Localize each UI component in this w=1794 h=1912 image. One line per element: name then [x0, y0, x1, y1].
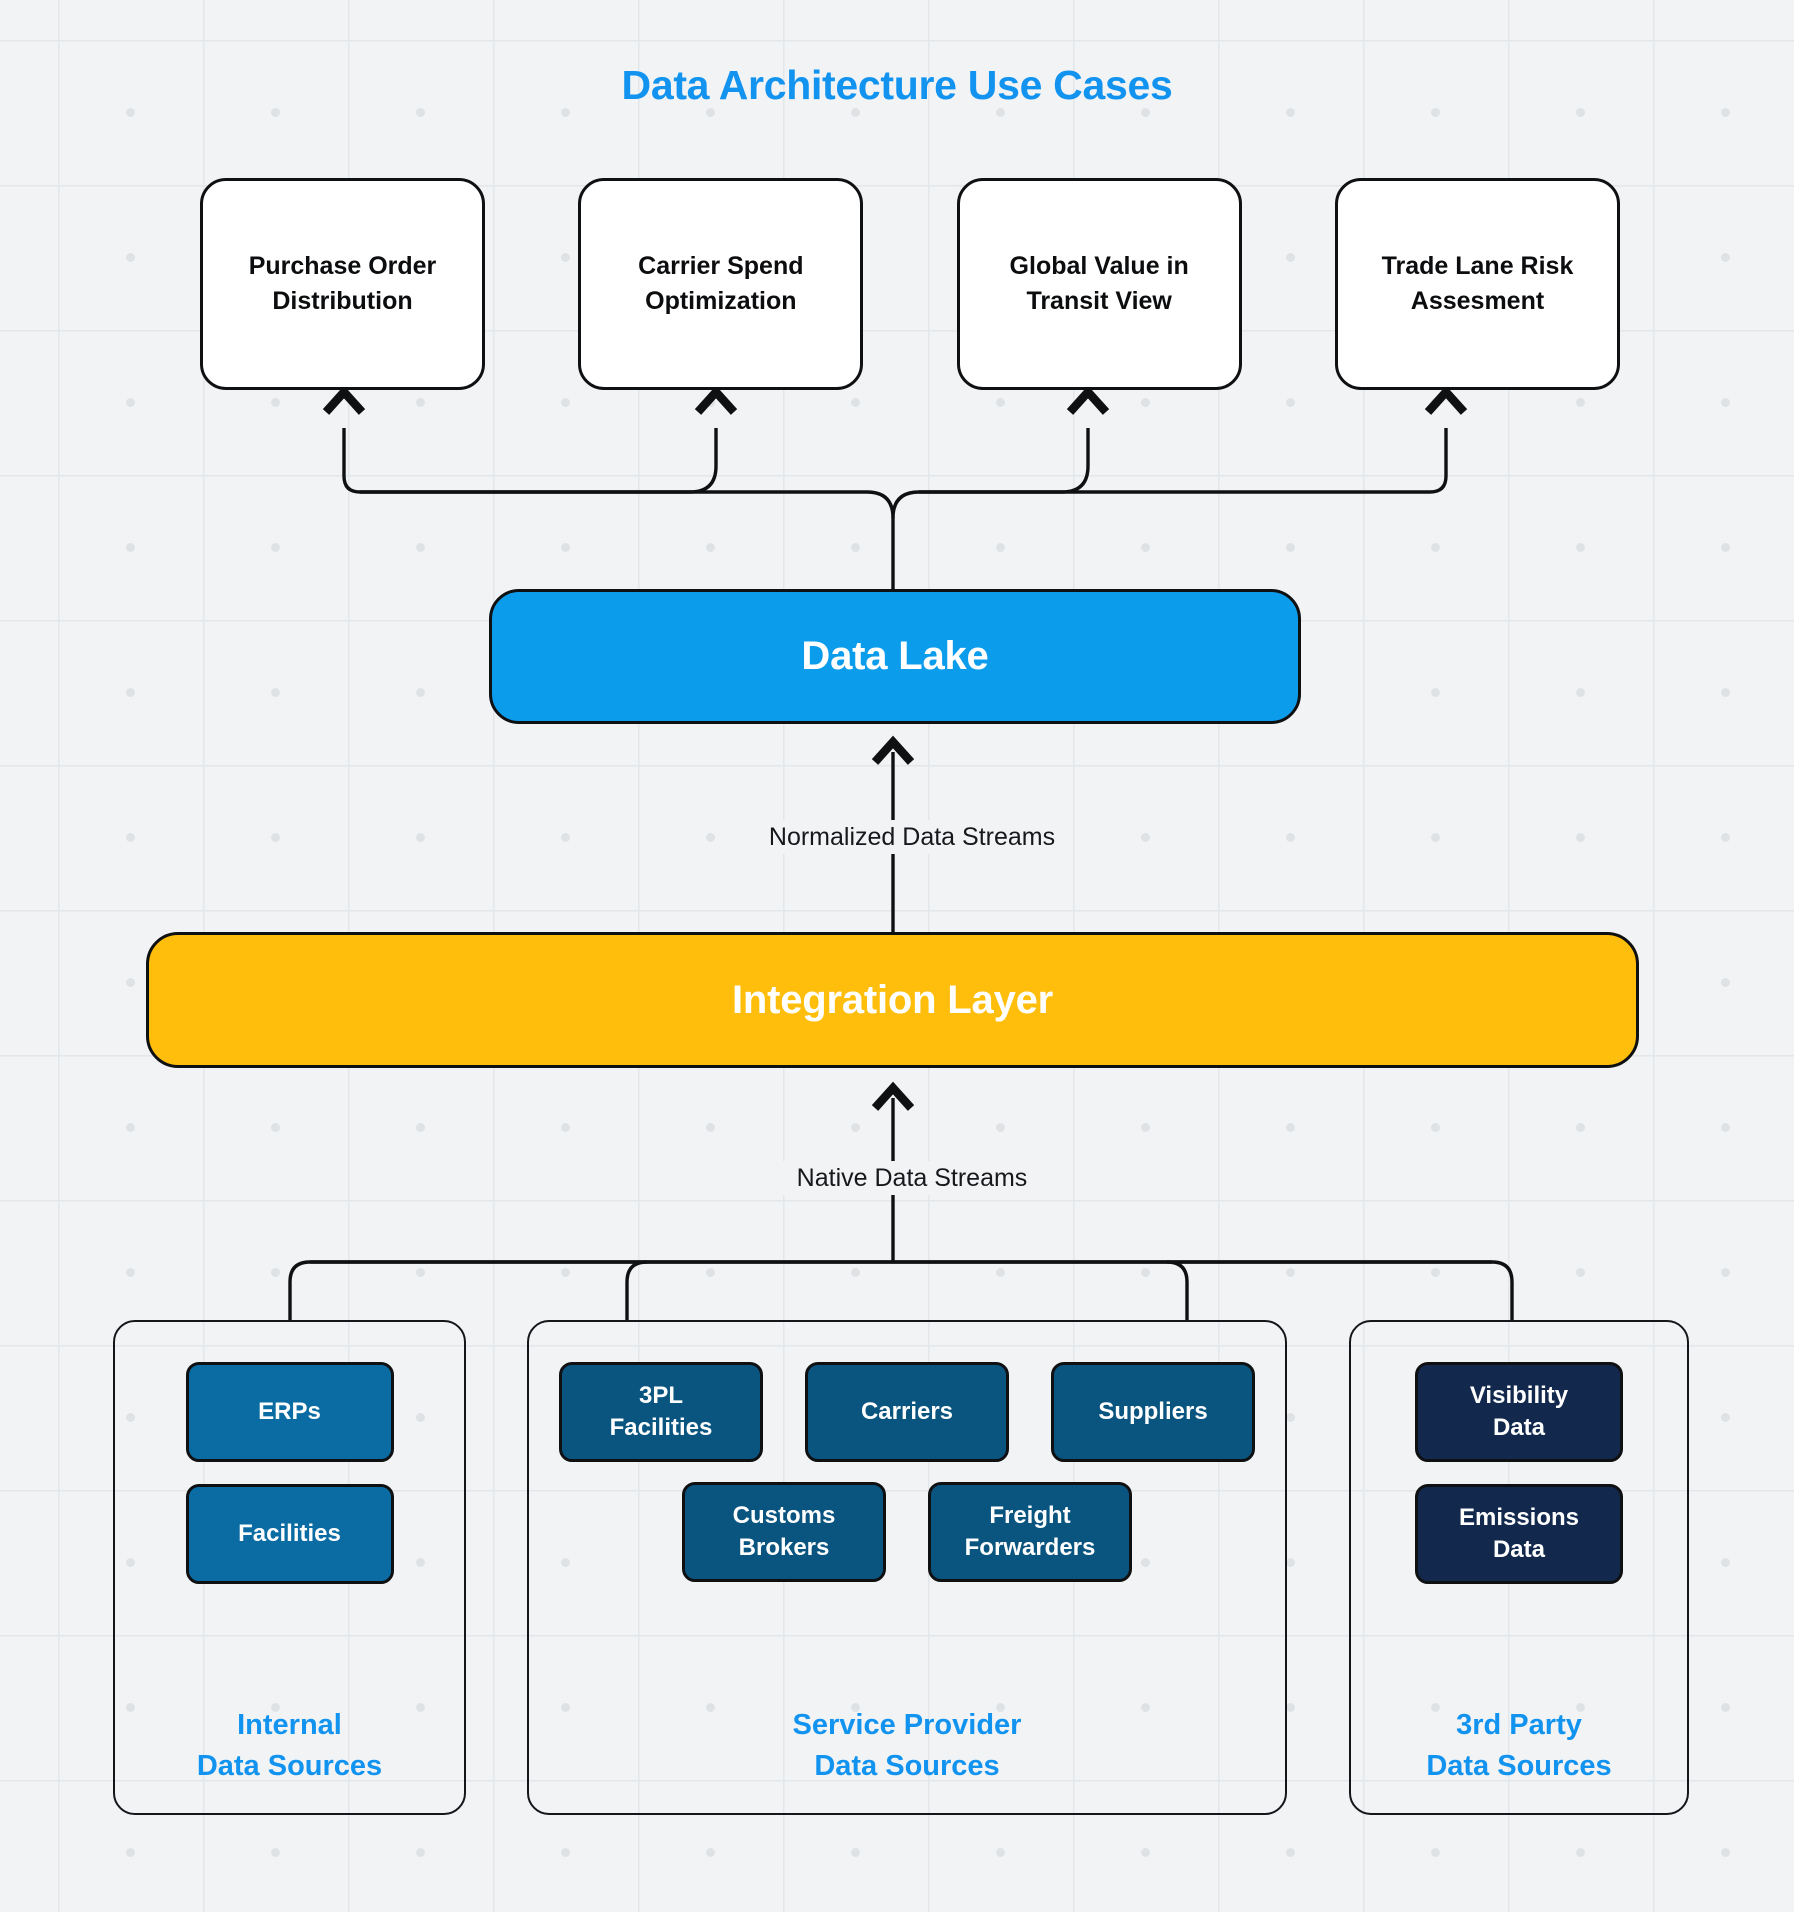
internal-group-body: ERPs Facilities	[115, 1322, 464, 1705]
node-emissions-data-text: Emissions Data	[1458, 1503, 1580, 1563]
use-case-carrier-spend-optimization[interactable]: Carrier Spend Optimization	[578, 178, 864, 390]
source-group-service-provider: 3PL Facilities Carriers Suppliers Customs…	[527, 1320, 1287, 1815]
service-group-label: Service Provider Data Sources	[529, 1705, 1285, 1813]
source-node-carriers[interactable]: Carriers	[805, 1362, 1009, 1462]
node-customs-brokers-text: Customs Brokers	[732, 1501, 836, 1561]
internal-group-label-line1: Internal	[237, 1708, 342, 1741]
source-node-freight-forwarders[interactable]: Freight Forwarders	[928, 1482, 1132, 1582]
service-group-label-line2: Data Sources	[814, 1749, 1000, 1782]
native-data-streams-label: Native Data Streams	[0, 1161, 1794, 1196]
source-group-internal: ERPs Facilities Internal Data Sources	[113, 1320, 466, 1815]
thirdparty-group-label-line2: Data Sources	[1426, 1749, 1612, 1782]
source-node-visibility-data[interactable]: Visibility Data	[1415, 1362, 1623, 1462]
internal-group-label: Internal Data Sources	[115, 1705, 464, 1813]
thirdparty-node-stack: Visibility Data Emissions Data	[1351, 1340, 1687, 1584]
internal-group-label-line2: Data Sources	[196, 1749, 383, 1782]
source-node-emissions-data[interactable]: Emissions Data	[1415, 1484, 1623, 1584]
use-case-trade-lane-risk-assesment[interactable]: Trade Lane Risk Assesment	[1334, 178, 1620, 390]
integration-layer-node[interactable]: Integration Layer	[146, 932, 1639, 1068]
node-freight-forwarders-text: Freight Forwarders	[964, 1501, 1096, 1561]
service-group-label-line1: Service Provider	[792, 1708, 1022, 1741]
service-node-row-2: Customs Brokers Freight Forwarders	[682, 1482, 1132, 1582]
normalized-data-streams-label: Normalized Data Streams	[0, 820, 1794, 855]
service-node-row-1: 3PL Facilities Carriers Suppliers	[559, 1362, 1255, 1462]
use-case-global-value-in-transit-view[interactable]: Global Value in Transit View	[956, 178, 1242, 390]
source-node-facilities[interactable]: Facilities	[185, 1484, 394, 1584]
source-group-third-party: Visibility Data Emissions Data 3rd Party D…	[1349, 1320, 1689, 1815]
service-node-rows: 3PL Facilities Carriers Suppliers Customs…	[529, 1340, 1285, 1582]
source-node-customs-brokers[interactable]: Customs Brokers	[682, 1482, 886, 1582]
source-node-3pl-facilities[interactable]: 3PL Facilities	[559, 1362, 763, 1462]
normalized-data-streams-text: Normalized Data Streams	[754, 820, 1070, 854]
internal-node-stack: ERPs Facilities	[115, 1340, 464, 1584]
page-title: Data Architecture Use Cases	[621, 62, 1173, 108]
source-node-erps[interactable]: ERPs	[185, 1362, 394, 1462]
node-visibility-data-text: Visibility Data	[1469, 1381, 1569, 1441]
native-data-streams-text: Native Data Streams	[782, 1161, 1042, 1195]
thirdparty-group-label: 3rd Party Data Sources	[1351, 1705, 1687, 1813]
source-node-suppliers[interactable]: Suppliers	[1051, 1362, 1255, 1462]
use-case-row: Purchase Order Distribution Carrier Spen…	[200, 178, 1620, 390]
node-3pl-facilities-text: 3PL Facilities	[609, 1381, 713, 1441]
thirdparty-group-label-line1: 3rd Party	[1456, 1708, 1582, 1741]
thirdparty-group-body: Visibility Data Emissions Data	[1351, 1322, 1687, 1705]
use-case-purchase-order-distribution[interactable]: Purchase Order Distribution	[200, 178, 485, 390]
data-lake-node[interactable]: Data Lake	[489, 589, 1301, 724]
service-group-body: 3PL Facilities Carriers Suppliers Customs…	[529, 1322, 1285, 1705]
